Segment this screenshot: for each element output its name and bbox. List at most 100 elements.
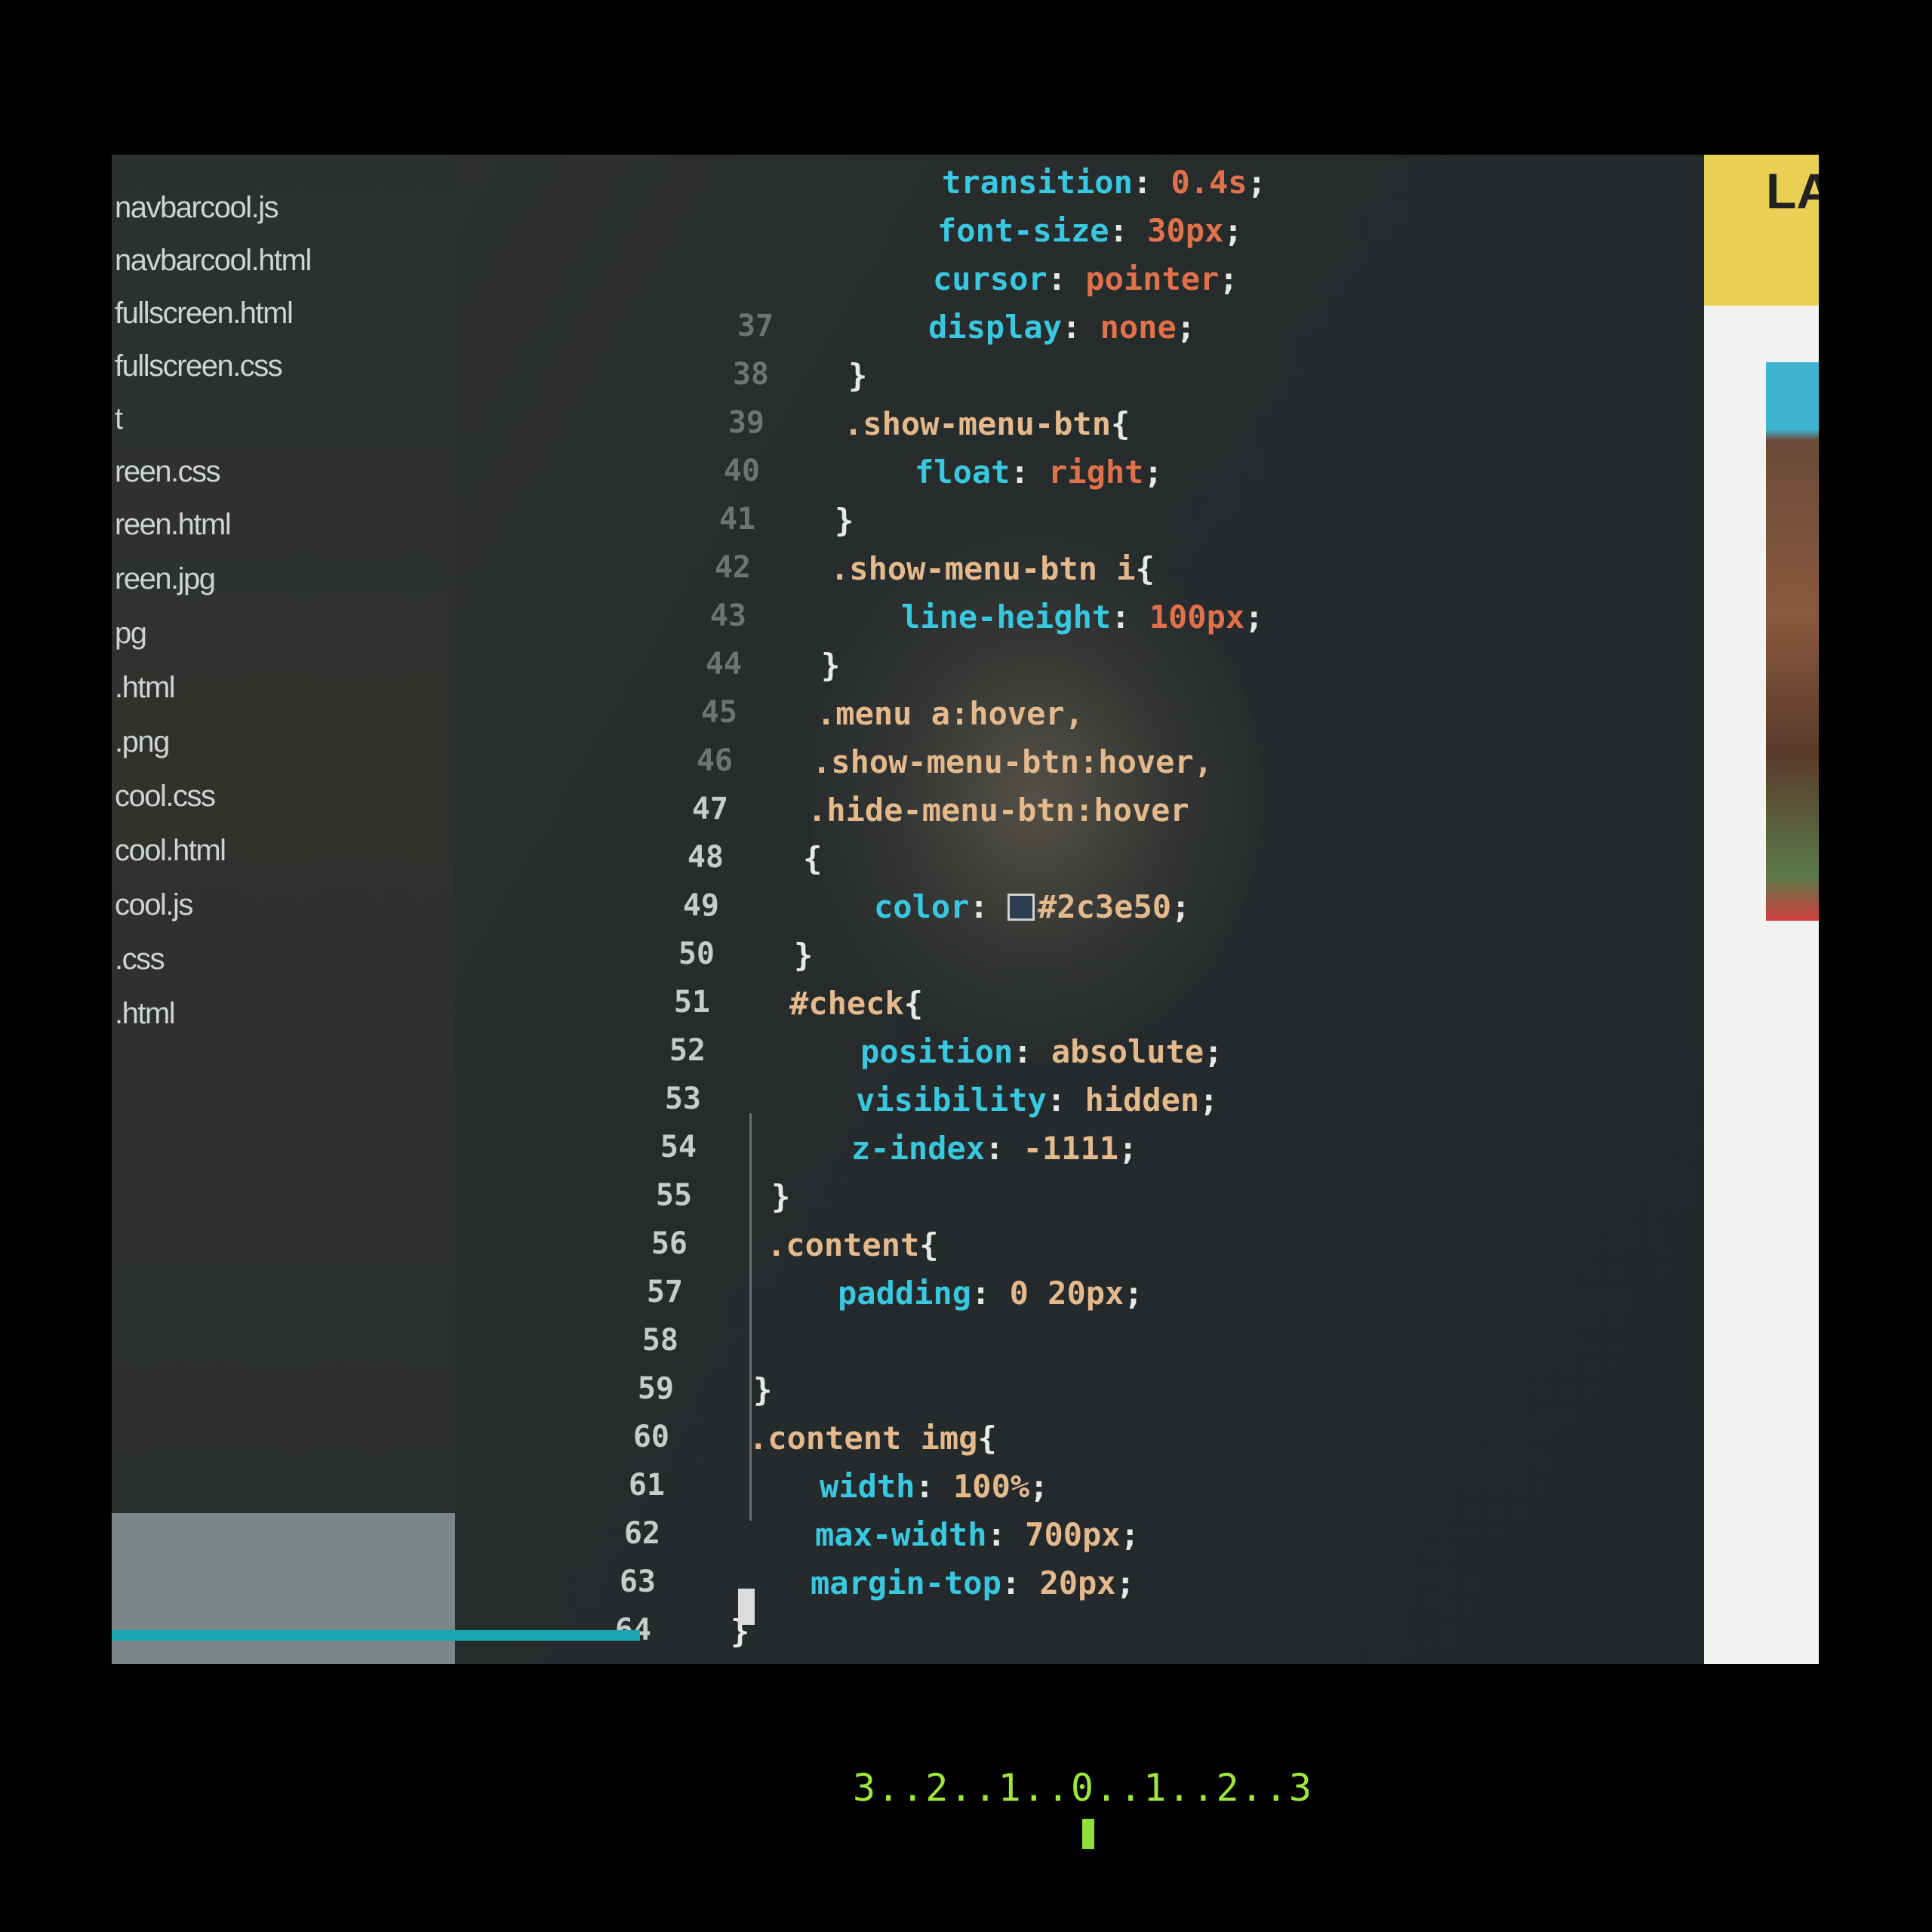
css-separator: :	[1132, 164, 1171, 201]
code-line[interactable]: .show-menu-btn i{	[830, 550, 1155, 587]
code-line[interactable]: cursor: pointer;	[933, 260, 1238, 297]
css-brace: {	[977, 1420, 997, 1457]
code-line[interactable]: .menu a:hover,	[817, 695, 1084, 732]
code-line[interactable]: transition: 0.4s;	[942, 164, 1266, 201]
code-line[interactable]: display: none;	[928, 309, 1195, 346]
code-line[interactable]: .show-menu-btn{	[844, 405, 1130, 442]
line-number: 60	[632, 1420, 669, 1454]
indent-guide	[749, 1113, 752, 1521]
color-swatch-icon[interactable]	[1008, 894, 1035, 921]
code-line[interactable]: .content img{	[749, 1420, 997, 1457]
file-item[interactable]: .html	[115, 997, 176, 1031]
css-terminator: ;	[1244, 598, 1264, 635]
code-line[interactable]: font-size: 30px;	[937, 212, 1243, 249]
line-number: 47	[691, 792, 728, 826]
file-item[interactable]: navbarcool.js	[115, 191, 279, 225]
css-property: font-size	[937, 212, 1109, 249]
text-cursor	[738, 1589, 755, 1625]
css-terminator: ;	[1199, 1081, 1219, 1118]
code-editor[interactable]: 37 38 39 40 41 42 43 44 45 46 47 48 49 50 51 52 53 54 55 56…	[455, 155, 1819, 1664]
css-separator: :	[915, 1468, 954, 1505]
css-brace: {	[1111, 405, 1131, 442]
css-value: 0 20px	[1009, 1275, 1124, 1312]
css-selector: #check	[789, 985, 904, 1022]
code-line[interactable]: visibility: hidden;	[856, 1081, 1218, 1118]
code-line[interactable]: margin-top: 20px;	[811, 1564, 1135, 1601]
css-terminator: ;	[1171, 888, 1191, 925]
css-property: z-index	[851, 1130, 986, 1167]
css-value: 30px	[1147, 212, 1224, 249]
css-brace: {	[903, 985, 924, 1022]
css-property: display	[928, 309, 1063, 346]
code-line[interactable]: }	[753, 1371, 772, 1408]
preview-image	[1766, 362, 1819, 921]
file-item[interactable]: cool.html	[115, 834, 226, 868]
code-line[interactable]: .content{	[767, 1226, 939, 1263]
file-item[interactable]: cool.js	[115, 888, 193, 922]
code-line[interactable]: line-height: 100px;	[901, 598, 1263, 635]
line-number: 59	[637, 1371, 674, 1406]
file-item[interactable]: navbarcool.html	[115, 244, 312, 278]
file-item[interactable]: fullscreen.html	[115, 297, 294, 331]
css-value: hidden	[1084, 1081, 1200, 1118]
css-brace: {	[1135, 550, 1155, 587]
line-number: 37	[737, 309, 774, 343]
css-terminator: ;	[1115, 1564, 1135, 1601]
code-line[interactable]: }	[794, 937, 813, 974]
file-item[interactable]: reen.html	[115, 508, 232, 542]
code-line[interactable]: width: 100%;	[820, 1468, 1048, 1505]
css-property: max-width	[815, 1516, 987, 1553]
css-terminator: ;	[1247, 164, 1266, 201]
line-number: 52	[669, 1033, 706, 1068]
line-number: 63	[619, 1564, 656, 1599]
code-line[interactable]: }	[771, 1178, 790, 1215]
css-separator: :	[1001, 1564, 1040, 1601]
code-line[interactable]: padding: 0 20px;	[838, 1275, 1143, 1312]
status-accent-bar	[112, 1630, 640, 1641]
file-item[interactable]: reen.jpg	[115, 562, 216, 596]
css-terminator: ;	[1223, 212, 1243, 249]
css-terminator: ;	[1143, 454, 1163, 491]
file-item[interactable]: t	[115, 402, 123, 436]
code-line[interactable]: z-index: -1111;	[851, 1130, 1137, 1167]
line-number: 40	[723, 454, 760, 488]
code-line[interactable]: float: right;	[915, 454, 1163, 491]
css-separator: :	[1111, 598, 1149, 635]
css-separator: :	[1046, 1081, 1085, 1118]
css-terminator: ;	[1124, 1275, 1143, 1312]
css-value: 700px	[1025, 1516, 1121, 1553]
css-property: margin-top	[811, 1564, 1001, 1601]
css-terminator: ;	[1176, 309, 1196, 346]
code-line[interactable]: position: absolute;	[860, 1033, 1223, 1070]
code-line[interactable]: }	[835, 502, 854, 539]
code-line[interactable]: }	[848, 357, 867, 394]
line-number: 53	[664, 1081, 701, 1116]
file-item[interactable]: fullscreen.css	[115, 349, 283, 383]
css-value: right	[1048, 454, 1144, 491]
css-value: none	[1100, 309, 1177, 346]
css-brace: {	[919, 1226, 939, 1263]
css-property: width	[820, 1468, 915, 1505]
file-item[interactable]: cool.css	[115, 780, 216, 814]
css-property: cursor	[933, 260, 1048, 297]
css-separator: :	[986, 1516, 1026, 1553]
line-number: 41	[718, 502, 755, 537]
code-line[interactable]: max-width: 700px;	[815, 1516, 1140, 1553]
css-separator: :	[971, 1275, 1010, 1312]
code-line[interactable]: .show-menu-btn:hover,	[812, 743, 1213, 780]
code-line[interactable]: #check{	[789, 985, 923, 1022]
line-number: 43	[709, 598, 746, 633]
css-selector: .menu a:hover,	[817, 695, 1084, 732]
code-line[interactable]: color: #2c3e50;	[874, 888, 1190, 925]
file-item[interactable]: pg	[115, 617, 147, 651]
file-item[interactable]: .css	[115, 943, 165, 977]
css-property: position	[860, 1033, 1014, 1070]
file-item[interactable]: .png	[115, 725, 170, 759]
code-line[interactable]: {	[803, 840, 822, 877]
line-number: 61	[628, 1468, 665, 1503]
code-line[interactable]: .hide-menu-btn:hover	[808, 792, 1189, 829]
file-item[interactable]: reen.css	[115, 455, 221, 489]
file-item[interactable]: .html	[115, 671, 176, 705]
css-selector: .show-menu-btn:hover,	[812, 743, 1214, 780]
code-line[interactable]: }	[821, 647, 840, 684]
